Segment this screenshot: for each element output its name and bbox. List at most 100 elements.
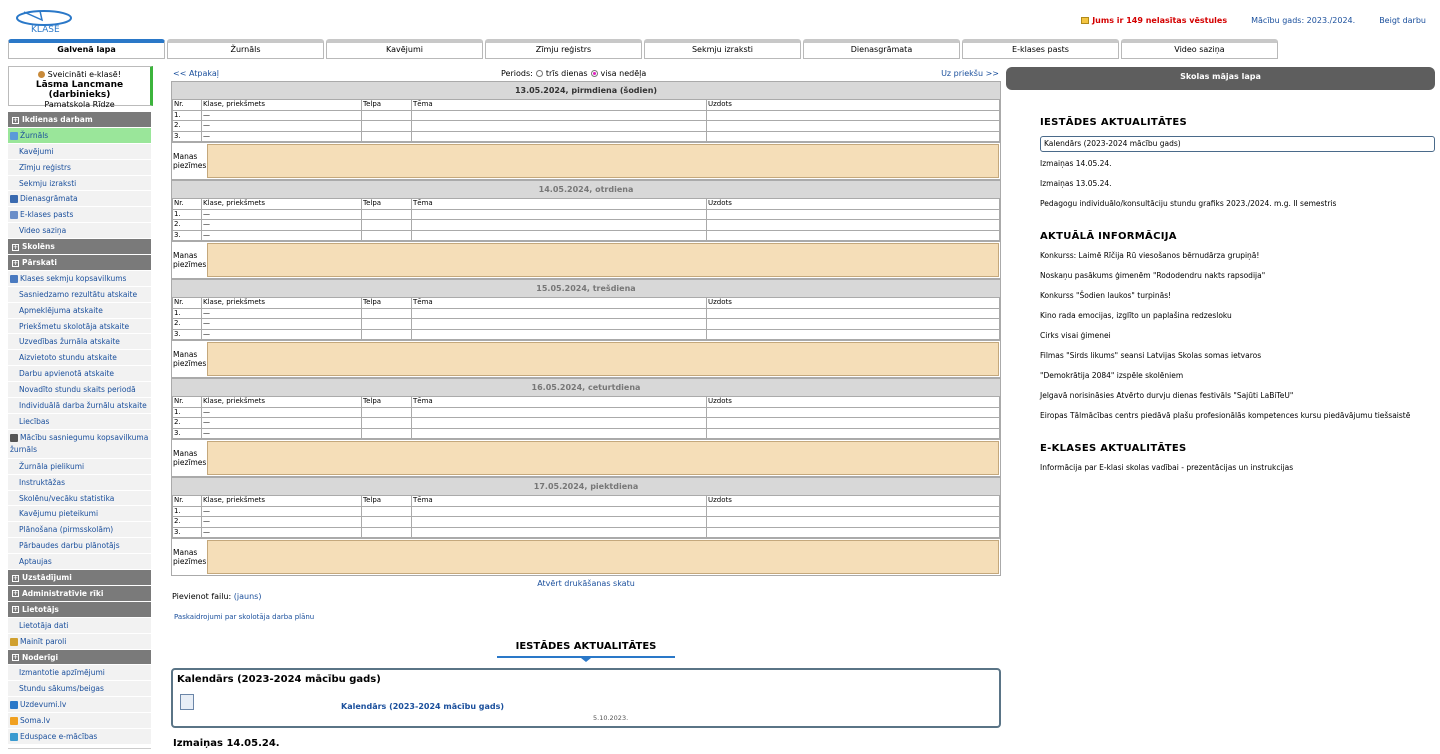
current-info-link[interactable]: Eiropas Tālmācības centrs piedāvā plašu … [1040, 410, 1435, 430]
sidebar-item[interactable]: Zīmju reģistrs [8, 159, 151, 176]
greeting-box: Sveicināti e-klasē! Lāsma Lancmane (darb… [8, 66, 153, 109]
tab-email[interactable]: E-klases pasts [962, 39, 1119, 59]
attach-new-link[interactable]: (jauns) [234, 592, 262, 601]
table-row[interactable]: 1. — [172, 406, 1000, 418]
sidebar-item[interactable]: Instruktāžas [8, 474, 151, 491]
sidebar-item[interactable]: Dienasgrāmata [8, 191, 151, 208]
sidebar-item[interactable]: Eduspace e-mācības [8, 728, 151, 745]
sidebar-item[interactable]: Uzvedības žurnāla atskaite [8, 334, 151, 351]
sidebar-section-header[interactable]: + Ikdienas darbam [8, 112, 151, 128]
institution-news-link[interactable]: Kalendārs (2023-2024 mācību gads) [1040, 136, 1435, 152]
table-row[interactable]: 2. — [172, 417, 1000, 429]
sidebar-item[interactable]: Žurnāls [8, 127, 151, 144]
sidebar-item[interactable]: Pārbaudes darbu plānotājs [8, 538, 151, 555]
table-cell [361, 417, 412, 429]
unread-messages-link[interactable]: Jums ir 149 nelasītas vēstules [1081, 16, 1227, 25]
current-info-link[interactable]: "Demokrātija 2084" izspēle skolēniem [1040, 370, 1435, 390]
sidebar-item[interactable]: Soma.lv [8, 713, 151, 729]
eklase-logo[interactable]: KLASE [14, 6, 74, 35]
sidebar-item[interactable]: Priekšmetu skolotāja atskaite [8, 318, 151, 335]
sidebar-item[interactable]: Apmeklējuma atskaite [8, 302, 151, 319]
table-row[interactable]: 1. — [172, 505, 1000, 517]
institution-news-link[interactable]: Izmaiņas 14.05.24. [1040, 158, 1435, 178]
print-view-link[interactable]: Atvērt drukāšanas skatu [537, 579, 635, 588]
table-row[interactable]: 2. — [172, 219, 1000, 231]
current-info-link[interactable]: Kino rada emocijas, izglīto un paplašina… [1040, 310, 1435, 330]
table-row[interactable]: 3. — [172, 328, 1000, 340]
notes-textarea[interactable] [207, 342, 999, 376]
notes-textarea[interactable] [207, 243, 999, 277]
tab-marks-register[interactable]: Zīmju reģistrs [485, 39, 642, 59]
sidebar-item[interactable]: Klases sekmju kopsavilkums [8, 270, 151, 287]
tab-video[interactable]: Video saziņa [1121, 39, 1278, 59]
tab-absences[interactable]: Kavējumi [326, 39, 483, 59]
table-header-row: Nr. Klase, priekšmets Telpa Tēma Uzdots [172, 495, 1000, 507]
sidebar-section-header[interactable]: + Pārskati [8, 255, 151, 271]
sidebar-item[interactable]: Plānošana (pirmsskolām) [8, 522, 151, 539]
table-cell [411, 307, 707, 319]
plan-explanation-link[interactable]: Paskaidrojumi par skolotāja darba plānu [174, 613, 314, 621]
current-info-link[interactable]: Konkurss "Šodien laukos" turpinās! [1040, 290, 1435, 310]
school-year-link[interactable]: Mācību gads: 2023./2024. [1251, 16, 1355, 25]
table-row[interactable]: 1. — [172, 307, 1000, 319]
table-row[interactable]: 3. — [172, 229, 1000, 241]
sidebar-item[interactable]: Aptaujas [8, 554, 151, 571]
sidebar-item[interactable]: Video saziņa [8, 223, 151, 240]
calendar-document-link[interactable]: Kalendārs (2023-2024 mācību gads) [341, 702, 504, 711]
notes-textarea[interactable] [207, 441, 999, 475]
current-info-link[interactable]: Noskaņu pasākums ģimenēm "Rododendru nak… [1040, 270, 1435, 290]
institution-news-link[interactable]: Pedagogu individuālo/konsultāciju stundu… [1040, 198, 1435, 218]
sidebar-item[interactable]: Kavējumu pieteikumi [8, 506, 151, 523]
table-row[interactable]: 2. — [172, 318, 1000, 330]
sidebar-item[interactable]: Liecības [8, 413, 151, 430]
table-row[interactable]: 1. — [172, 109, 1000, 121]
previous-link[interactable]: << Atpakaļ [173, 69, 219, 78]
sidebar-item[interactable]: Uzdevumi.lv [8, 697, 151, 714]
eklase-news-link[interactable]: Informācija par E-klasi skolas vadībai -… [1040, 462, 1435, 482]
sidebar-item[interactable]: Izmantotie apzīmējumi [8, 665, 151, 682]
table-row[interactable]: 1. — [172, 208, 1000, 220]
current-info-link[interactable]: Filmas "Sirds likums" seansi Latvijas Sk… [1040, 350, 1435, 370]
table-row[interactable]: 3. — [172, 427, 1000, 439]
logout-link[interactable]: Beigt darbu [1379, 16, 1426, 25]
sidebar-item[interactable]: Sasniedzamo rezultātu atskaite [8, 286, 151, 303]
sidebar-section-header[interactable]: + Skolēns [8, 239, 151, 256]
sidebar-section-header[interactable]: + Administratīvie rīki [8, 585, 151, 602]
sidebar-section-header[interactable]: + Uzstādījumi [8, 570, 151, 586]
sidebar-item[interactable]: E-klases pasts [8, 207, 151, 224]
current-info-link[interactable]: Konkurss: Laimē Rīčija Rū viesošanos bēr… [1040, 250, 1435, 270]
table-row[interactable]: 3. — [172, 526, 1000, 538]
sidebar-item[interactable]: Sekmju izraksti [8, 175, 151, 192]
table-row[interactable]: 3. — [172, 130, 1000, 142]
sidebar-item[interactable]: Aizvietoto stundu atskaite [8, 350, 151, 367]
next-link[interactable]: Uz priekšu >> [941, 69, 999, 78]
tab-diary[interactable]: Dienasgrāmata [803, 39, 960, 59]
notes-textarea[interactable] [207, 144, 999, 178]
sidebar-item[interactable]: Kavējumi [8, 143, 151, 160]
table-row[interactable]: 2. — [172, 120, 1000, 132]
current-info-link[interactable]: Jelgavā norisināsies Atvērto durvju dien… [1040, 390, 1435, 410]
tab-main-page[interactable]: Galvenā lapa [8, 39, 165, 59]
news-item-title: Izmaiņas 14.05.24. [173, 738, 280, 749]
sidebar-item[interactable]: Mācību sasniegumu kopsavilkuma žurnāls [8, 429, 151, 459]
current-info-link[interactable]: Cirks visai ģimenei [1040, 330, 1435, 350]
sidebar-item[interactable]: Novadīto stundu skaits periodā [8, 382, 151, 399]
sidebar-item[interactable]: Mainīt paroli [8, 633, 151, 650]
period-whole-week-radio[interactable] [590, 70, 598, 77]
sidebar-item[interactable]: Žurnāla pielikumi [8, 458, 151, 475]
sidebar-section-header[interactable]: + Lietotājs [8, 601, 151, 618]
institution-news-link[interactable]: Izmaiņas 13.05.24. [1040, 178, 1435, 198]
sidebar-item[interactable]: Stundu sākums/beigas [8, 681, 151, 698]
school-homepage-button[interactable]: Skolas mājas lapa [1006, 67, 1435, 90]
tab-journal[interactable]: Žurnāls [167, 39, 324, 59]
period-three-days-radio[interactable] [535, 70, 543, 77]
sidebar-item[interactable]: Darbu apvienotā atskaite [8, 366, 151, 383]
notes-textarea[interactable] [207, 540, 999, 574]
sidebar-section-header[interactable]: + Noderīgi [8, 649, 151, 666]
tab-grade-reports[interactable]: Sekmju izraksti [644, 39, 801, 59]
sidebar-item[interactable]: Individuālā darba žurnālu atskaite [8, 398, 151, 414]
column-header: Tēma [411, 396, 707, 408]
sidebar-item[interactable]: Lietotāja dati [8, 617, 151, 634]
sidebar-item[interactable]: Skolēnu/vecāku statistika [8, 490, 151, 507]
table-row[interactable]: 2. — [172, 516, 1000, 528]
